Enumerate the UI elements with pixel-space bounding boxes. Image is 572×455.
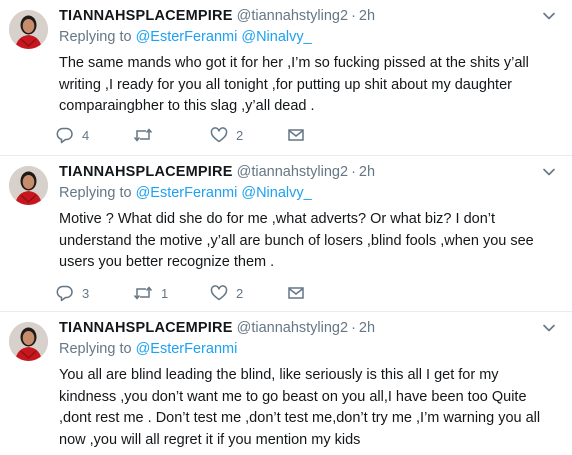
avatar[interactable] <box>9 166 48 205</box>
tweet-text: You all are blind leading the blind, lik… <box>59 367 541 448</box>
like-count: 2 <box>236 285 244 301</box>
tweet-header: TIANNAHSPLACEMPIRE @tiannahstyling2 · 2h <box>59 8 556 27</box>
mention-link[interactable]: @EsterFeranmi <box>136 185 238 201</box>
separator-dot: · <box>351 8 356 24</box>
replying-to-label: Replying to <box>59 341 136 357</box>
separator-dot: · <box>351 320 356 336</box>
mention-link[interactable]: @Ninalvy_ <box>241 185 311 201</box>
replying-to-label: Replying to <box>59 185 136 201</box>
direct-message-icon <box>288 129 304 141</box>
display-name[interactable]: TIANNAHSPLACEMPIRE <box>59 320 233 336</box>
user-handle[interactable]: @tiannahstyling2 <box>237 8 348 24</box>
tweet[interactable]: TIANNAHSPLACEMPIRE @tiannahstyling2 · 2h… <box>0 156 572 312</box>
chevron-down-icon[interactable] <box>540 319 558 337</box>
tweet-text: Motive ? What did she do for me ,what ad… <box>59 211 534 270</box>
replying-to: Replying to @EsterFeranmi @Ninalvy_ <box>59 185 556 204</box>
mention-link[interactable]: @EsterFeranmi <box>136 29 238 45</box>
reply-count: 4 <box>82 127 90 143</box>
timestamp[interactable]: 2h <box>359 8 375 24</box>
chevron-down-icon[interactable] <box>540 7 558 25</box>
separator-dot: · <box>351 164 356 180</box>
tweet-header: TIANNAHSPLACEMPIRE @tiannahstyling2 · 2h <box>59 164 556 183</box>
retweet-button[interactable]: 1 <box>133 284 210 302</box>
display-name[interactable]: TIANNAHSPLACEMPIRE <box>59 164 233 180</box>
mention-link[interactable]: @EsterFeranmi <box>136 341 238 357</box>
reply-icon <box>56 127 73 144</box>
like-icon <box>210 127 228 143</box>
replying-to: Replying to @EsterFeranmi @Ninalvy_ <box>59 29 556 48</box>
user-handle[interactable]: @tiannahstyling2 <box>237 320 348 336</box>
timestamp[interactable]: 2h <box>359 320 375 336</box>
retweet-icon <box>133 286 153 300</box>
reply-count: 3 <box>82 285 90 301</box>
tweet-text: The same mands who got it for her ,I’m s… <box>59 55 529 114</box>
avatar[interactable] <box>9 10 48 49</box>
like-icon <box>210 285 228 301</box>
user-handle[interactable]: @tiannahstyling2 <box>237 164 348 180</box>
tweet-actions: 4 2 <box>56 126 364 144</box>
direct-message-icon <box>288 287 304 299</box>
reply-button[interactable]: 3 <box>56 284 133 302</box>
tweet[interactable]: TIANNAHSPLACEMPIRE @tiannahstyling2 · 2h… <box>0 0 572 156</box>
avatar[interactable] <box>9 322 48 361</box>
tweet[interactable]: TIANNAHSPLACEMPIRE @tiannahstyling2 · 2h… <box>0 312 572 455</box>
like-button[interactable]: 2 <box>210 284 287 302</box>
display-name[interactable]: TIANNAHSPLACEMPIRE <box>59 8 233 24</box>
retweet-count: 1 <box>161 285 169 301</box>
tweet-actions: 3 1 2 <box>56 284 364 302</box>
replying-to: Replying to @EsterFeranmi <box>59 341 556 360</box>
retweet-button[interactable] <box>133 126 210 144</box>
chevron-down-icon[interactable] <box>540 163 558 181</box>
like-button[interactable]: 2 <box>210 126 287 144</box>
replying-to-label: Replying to <box>59 29 136 45</box>
mention-link[interactable]: @Ninalvy_ <box>241 29 311 45</box>
timestamp[interactable]: 2h <box>359 164 375 180</box>
tweet-thread: TIANNAHSPLACEMPIRE @tiannahstyling2 · 2h… <box>0 0 572 455</box>
tweet-header: TIANNAHSPLACEMPIRE @tiannahstyling2 · 2h <box>59 320 556 339</box>
reply-button[interactable]: 4 <box>56 126 133 144</box>
direct-message-button[interactable] <box>287 126 364 144</box>
direct-message-button[interactable] <box>287 284 364 302</box>
retweet-icon <box>133 128 153 142</box>
like-count: 2 <box>236 127 244 143</box>
reply-icon <box>56 285 73 302</box>
